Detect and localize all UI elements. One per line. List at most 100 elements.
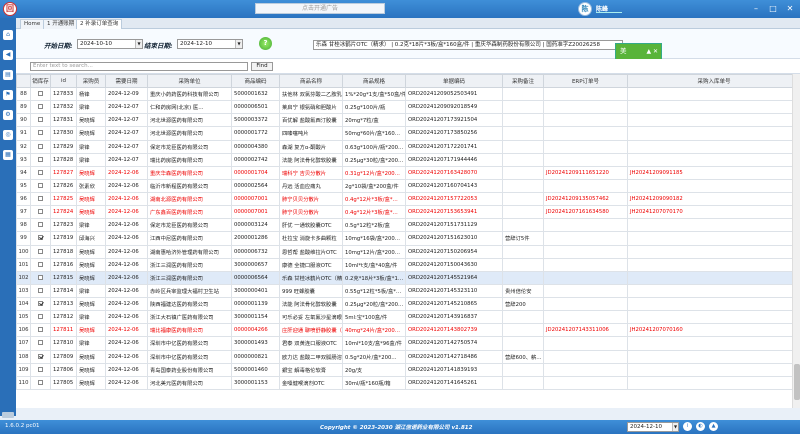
home-icon[interactable]: ⌂ <box>3 30 13 40</box>
info-icon[interactable]: i <box>683 422 692 431</box>
header-column[interactable]: 采购备注 <box>502 74 544 88</box>
stock-checkbox[interactable] <box>38 209 43 215</box>
table-row[interactable]: 107 127810 梁锋 2024-12-06 深圳市中亿医药有限公司 30000014… <box>16 336 800 351</box>
query-button[interactable]: ? <box>259 37 272 50</box>
stock-checkbox[interactable] <box>38 117 43 123</box>
cell-buyer: 吴晓辉 <box>76 323 106 338</box>
stock-checkbox[interactable] <box>38 182 43 188</box>
popup-controls[interactable]: ▲ ✕ <box>646 44 658 59</box>
header-column[interactable]: 需要日期 <box>105 74 148 88</box>
header-column[interactable]: 销库存 <box>30 74 51 88</box>
header-column[interactable]: 商品规格 <box>342 74 406 88</box>
user-avatar[interactable]: 陈 <box>578 2 592 16</box>
stock-checkbox[interactable] <box>38 169 43 175</box>
table-row[interactable]: 96 127825 吴晓辉 2024-12-06 湖南北源医药有限公司 000000700… <box>16 191 800 207</box>
stock-checkbox[interactable] <box>38 287 43 293</box>
cell-note <box>502 375 544 390</box>
stock-checkbox[interactable] <box>38 379 43 385</box>
stock-checkbox[interactable] <box>38 222 43 228</box>
table-row[interactable]: 109 127806 吴晓辉 2024-12-06 青岛国泰药业股份有限公司 500000… <box>16 362 800 377</box>
product-field[interactable]: 乐森 甘桂冰鹤片OTC（精求） | 0.2克*18片*3板/盒*160盒/件 |… <box>313 40 623 50</box>
stock-checkbox[interactable] <box>38 248 43 254</box>
table-row[interactable]: 100 127818 吴晓辉 2024-12-06 湖南惠哈济外管理药有限公司 00000… <box>16 244 800 259</box>
stock-checkbox[interactable] <box>38 91 43 97</box>
stock-checkbox[interactable] <box>38 196 43 202</box>
header-column[interactable]: 商品编码 <box>231 74 280 88</box>
cell-unit: 河北美元医药有限公司 <box>147 375 232 390</box>
stock-checkbox[interactable] <box>38 156 43 162</box>
table-row[interactable]: 90 127831 吴晓辉 2024-12-07 河北世源医药有限公司 500000337… <box>16 113 800 128</box>
stock-checkbox[interactable] <box>38 130 43 136</box>
start-date-input[interactable]: 2024-10-10 ▼ <box>77 39 143 49</box>
header-column[interactable]: ERP订单号 <box>543 74 628 88</box>
tab-open-credit[interactable]: 1 开通账期 <box>43 19 79 29</box>
cell-unit: 重庆华森医药有限公司 <box>147 165 232 180</box>
flag-icon[interactable]: ⚑ <box>3 90 13 100</box>
table-row[interactable]: 94 127827 吴晓辉 2024-12-06 重庆华森医药有限公司 000000170… <box>16 165 800 180</box>
table-row[interactable]: 92 127829 梁锋 2024-12-07 保定市龙臣医药有限公司 000000438… <box>16 139 800 154</box>
table-row[interactable]: 89 127832 梁锋 2024-12-07 仁和药房网(北京) 医… 00000065… <box>16 100 800 115</box>
cell-stock <box>627 296 800 312</box>
table-row[interactable]: 88 127833 杨锋 2024-12-09 重庆小药药医药科技有限公司 5000001… <box>16 86 800 102</box>
stock-checkbox[interactable] <box>38 274 43 280</box>
chevron-down-icon[interactable]: ▼ <box>135 40 142 48</box>
top-search-box[interactable]: 点击开通广告 <box>255 3 385 14</box>
target-icon[interactable]: ◎ <box>3 130 13 140</box>
stock-checkbox[interactable] <box>38 327 43 333</box>
header-column[interactable]: 采购员 <box>76 74 106 88</box>
stock-checkbox[interactable] <box>38 366 43 372</box>
sidebar-collapse-handle[interactable] <box>2 412 14 418</box>
header-column[interactable]: id <box>50 74 77 88</box>
cell-date: 2024-12-06 <box>105 257 148 272</box>
cell-date: 2024-12-06 <box>105 165 148 180</box>
chevron-down-icon[interactable]: ▼ <box>672 423 678 431</box>
back-icon[interactable]: ◀ <box>3 50 13 60</box>
stock-checkbox[interactable] <box>38 104 43 110</box>
stock-checkbox[interactable] <box>38 143 43 149</box>
close-button[interactable]: ✕ <box>782 1 798 16</box>
header-column[interactable]: 商品名称 <box>279 74 343 88</box>
table-row[interactable]: 98 127823 梁锋 2024-12-06 保定市龙臣医药有限公司 000000312… <box>16 218 800 233</box>
settings-icon[interactable]: ⚙ <box>3 110 13 120</box>
table-row[interactable]: 103 127814 梁锋 2024-12-06 赤岭区兵宰监理大福村卫生站 300000… <box>16 283 800 299</box>
grid-icon[interactable]: ▦ <box>3 150 13 160</box>
grid-search-input[interactable]: Enter text to search... <box>30 62 248 71</box>
list-icon[interactable]: ▤ <box>3 70 13 80</box>
upload-icon[interactable]: ▲ <box>709 422 718 431</box>
stock-checkbox[interactable] <box>38 314 43 320</box>
notification-popup[interactable]: 美 ▲ ✕ <box>615 43 662 60</box>
header-column[interactable]: 采购入库单号 <box>627 74 800 88</box>
header-column[interactable]: 采购单位 <box>147 74 232 88</box>
tab-home[interactable]: Home <box>20 19 45 29</box>
cell-spec: 10ml*t支/盒*40盒/件 <box>342 257 406 272</box>
find-button[interactable]: Find <box>251 62 273 71</box>
table-row[interactable]: 93 127828 梁锋 2024-12-07 瑞比药房医药有限公司 0000002742… <box>16 152 800 167</box>
table-row[interactable]: 101 127816 吴晓辉 2024-12-06 浙江三润医药有限公司 30000006… <box>16 257 800 272</box>
stock-checkbox[interactable] <box>38 235 43 241</box>
table-row[interactable]: 97 127824 吴晓辉 2024-12-06 广东鑫百医药有限公司 000000700… <box>16 205 800 220</box>
stock-checkbox[interactable] <box>38 353 43 359</box>
table-row[interactable]: 99 127819 邱海兴 2024-12-06 江西中尼医药有限公司 200000128… <box>16 231 800 246</box>
maximize-button[interactable]: □ <box>765 1 781 16</box>
table-row[interactable]: 108 127809 吴晓辉 2024-12-06 深圳市中亿医药有限公司 0000000… <box>16 349 800 364</box>
theme-icon[interactable]: ◐ <box>696 422 705 431</box>
table-row[interactable]: 105 127812 梁锋 2024-12-06 浙江大石镇广医药有限公司 3000001… <box>16 310 800 325</box>
chevron-down-icon[interactable]: ▼ <box>235 40 242 48</box>
table-row[interactable]: 110 127805 吴晓辉 2024-12-06 河北美元医药有限公司 30000011… <box>16 375 800 390</box>
footer-date-input[interactable]: 2024-12-10 ▼ <box>627 422 679 432</box>
scrollbar-thumb[interactable] <box>794 364 800 400</box>
tab-order-query[interactable]: 2 补录订单查询 <box>76 19 123 29</box>
table-row[interactable]: 102 127815 吴晓辉 2024-12-06 浙江三润医药有限公司 00000065… <box>16 270 800 285</box>
minimize-button[interactable]: – <box>748 1 764 16</box>
table-row[interactable]: 104 127813 吴晓辉 2024-12-06 陕西福建达医药有限公司 0000001… <box>16 296 800 312</box>
table-row[interactable]: 106 127811 吴晓辉 2024-12-06 瑞比福康医药有限公司 00000042… <box>16 323 800 338</box>
vertical-scrollbar[interactable] <box>792 74 800 408</box>
table-row[interactable]: 95 127826 张素欣 2024-12-06 临沂市新程医药有限公司 00000025… <box>16 178 800 194</box>
header-column[interactable]: 单据编码 <box>405 74 503 88</box>
table-row[interactable]: 91 127830 吴晓辉 2024-12-07 河北世源医药有限公司 000000177… <box>16 126 800 141</box>
stock-checkbox[interactable] <box>38 261 43 267</box>
end-date-input[interactable]: 2024-12-10 ▼ <box>177 39 243 49</box>
stock-checkbox[interactable] <box>38 340 43 346</box>
cell-stock <box>627 113 800 128</box>
stock-checkbox[interactable] <box>38 301 43 307</box>
